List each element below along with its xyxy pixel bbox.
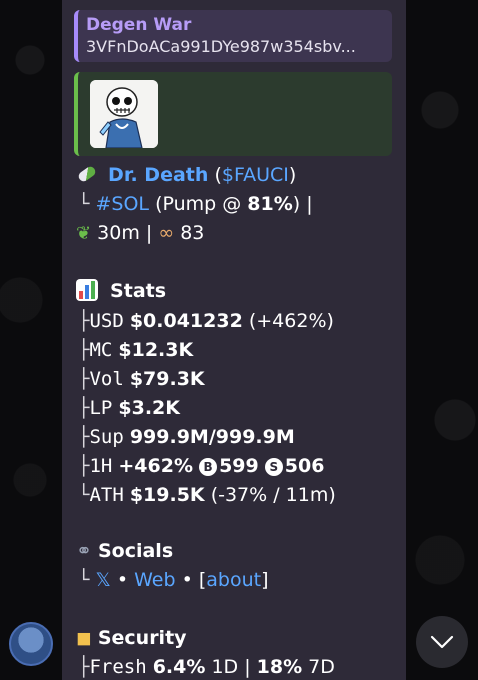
stat-value: $79.3K — [129, 368, 205, 390]
stat-value: $12.3K — [118, 339, 194, 361]
ticker-link[interactable]: $FAUCI — [222, 164, 289, 186]
fresh-7d-label: 7D — [302, 656, 335, 678]
chain-line: └ #SOL (Pump @ 81%) | — [78, 191, 313, 217]
stat-usd: ├USD $0.041232 (+462%) — [78, 308, 334, 334]
reply-quote[interactable]: Degen War 3VFnDoACa991DYe987w354sbv... — [74, 10, 392, 62]
stat-change: (+462%) — [242, 310, 334, 332]
about-link[interactable]: about — [206, 569, 261, 591]
bracket-close: ] — [261, 569, 269, 591]
reply-title: Degen War — [86, 15, 192, 35]
tree-branch: └ — [78, 484, 90, 506]
age-line: ❦ 30m | ∞ 83 — [76, 220, 204, 247]
seedling-icon: ❦ — [76, 223, 92, 244]
pump-percent: 81% — [247, 193, 293, 215]
stat-change: (-37% / 11m) — [204, 484, 336, 506]
web-link[interactable]: Web — [134, 569, 175, 591]
stat-label: LP — [89, 397, 113, 419]
stat-label: Fresh — [89, 656, 147, 678]
fresh-1d-label: 1D | — [205, 656, 257, 678]
pump-close: ) | — [292, 193, 313, 215]
stat-label: Sup — [89, 426, 124, 448]
watcher-count: 83 — [180, 222, 205, 244]
tree-branch: ├ — [78, 397, 90, 419]
fresh-1d-value: 6.4% — [152, 656, 206, 678]
stat-label: ATH — [89, 484, 124, 506]
chevron-down-icon — [430, 635, 454, 649]
stat-mc: ├MC $12.3K — [78, 337, 193, 363]
security-title: Security — [97, 627, 187, 649]
sell-count: 506 — [284, 455, 325, 477]
lock-icon: ◼ — [76, 627, 92, 649]
sender-avatar[interactable] — [9, 622, 53, 666]
stat-vol: ├Vol $79.3K — [78, 366, 205, 392]
bar-chart-icon — [76, 279, 98, 301]
buy-b-icon: B — [199, 458, 218, 476]
buy-count: 599 — [219, 455, 259, 477]
stat-value: $19.5K — [129, 484, 205, 506]
stat-ath: └ATH $19.5K (-37% / 11m) — [78, 482, 336, 508]
stat-1h: ├1H +462% B 599 S 506 — [78, 453, 324, 479]
tree-branch: ├ — [78, 310, 90, 332]
stats-title: Stats — [110, 280, 167, 302]
stat-value: +462% — [118, 455, 194, 477]
token-name-link[interactable]: Dr. Death — [108, 164, 208, 186]
paren-open: ( — [208, 164, 222, 186]
stat-label: Vol — [89, 368, 124, 390]
stat-value: $0.041232 — [129, 310, 243, 332]
tree-branch: └ — [78, 569, 90, 591]
tree-branch: ├ — [78, 368, 90, 390]
token-age: 30m — [97, 222, 140, 244]
stat-value: $3.2K — [118, 397, 180, 419]
sell-s-icon: S — [264, 458, 283, 476]
bullet-separator: • [ — [175, 569, 207, 591]
x-link-icon[interactable]: 𝕏 — [96, 569, 111, 591]
age-separator: | — [139, 222, 159, 244]
stats-heading: Stats — [76, 278, 166, 304]
security-heading: ◼ Security — [76, 625, 187, 651]
socials-line: └ 𝕏 • Web • [about] — [78, 567, 269, 593]
stat-lp: ├LP $3.2K — [78, 395, 180, 421]
tree-branch: ├ — [78, 426, 90, 448]
fresh-7d-value: 18% — [256, 656, 303, 678]
link-chain-icon: ⚭ — [76, 540, 92, 562]
stat-label: USD — [89, 310, 124, 332]
reply-text: 3VFnDoACa991DYe987w354sbv... — [86, 37, 356, 56]
socials-title: Socials — [97, 540, 174, 562]
stat-value: 999.9M/999.9M — [129, 426, 295, 448]
scroll-down-button[interactable] — [416, 616, 468, 668]
tree-branch: └ — [78, 193, 90, 215]
pill-icon — [76, 164, 98, 184]
tree-branch: ├ — [78, 455, 90, 477]
socials-heading: ⚭ Socials — [76, 538, 173, 564]
skeleton-thumbnail[interactable] — [90, 80, 158, 148]
stat-label: 1H — [89, 455, 113, 477]
stat-label: MC — [89, 339, 113, 361]
bullet-separator: • — [110, 569, 135, 591]
tree-branch: ├ — [78, 656, 90, 678]
eyes-icon: ∞ — [158, 222, 175, 244]
link-preview[interactable] — [74, 72, 392, 156]
tree-branch: ├ — [78, 339, 90, 361]
token-title-line: Dr. Death ($FAUCI) — [76, 162, 297, 188]
stat-sup: ├Sup 999.9M/999.9M — [78, 424, 295, 450]
chain-hashtag[interactable]: #SOL — [96, 193, 150, 215]
pump-text: (Pump @ — [149, 193, 248, 215]
security-fresh: ├Fresh 6.4% 1D | 18% 7D — [78, 654, 335, 680]
paren-close: ) — [288, 164, 297, 186]
